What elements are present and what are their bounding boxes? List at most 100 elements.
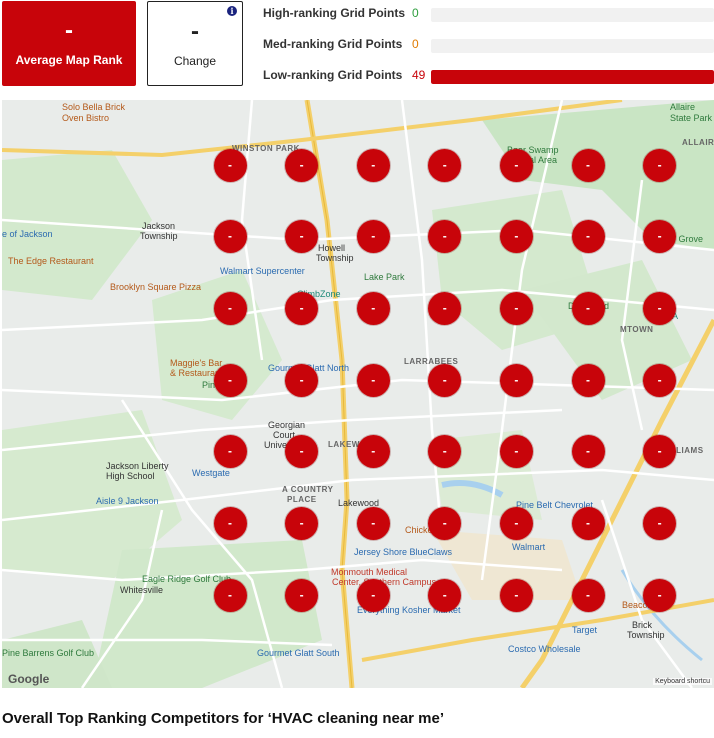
map-label: Township [316,253,354,263]
grid-point-pin[interactable]: - [213,291,247,325]
grid-point-pin[interactable]: - [571,148,605,182]
grid-point-pin[interactable]: - [428,363,462,397]
map-label: Westgate [192,468,230,478]
map-label: Brick [632,620,652,630]
grid-point-pin[interactable]: - [499,507,533,540]
map-label: Howell [318,243,346,253]
grid-point-pin[interactable]: - [356,507,390,540]
grid-point-pin[interactable]: - [571,507,605,540]
keyboard-shortcuts-link[interactable]: Keyboard shortcu [653,678,712,685]
park-area [92,540,322,688]
grid-point-pin[interactable]: - [499,148,533,182]
stat-count: 49 [412,68,426,82]
map-label: Oven Bistro [62,113,110,123]
grid-point-pin[interactable]: - [428,578,462,612]
grid-point-pin[interactable]: - [356,291,390,325]
grid-point-pin[interactable]: - [356,435,390,469]
map-label: Jackson [142,221,176,231]
grid-point-pin[interactable]: - [213,363,247,397]
summary-bar: - Average Map Rank i - Change High-ranki… [0,0,714,92]
grid-point-pin[interactable]: - [571,291,605,325]
map-label: Jackson Liberty [106,461,169,471]
stat-count: 0 [412,37,419,51]
map-label: Target [572,625,598,635]
map-label: Maggie's Bar [170,358,223,368]
map-label: WINSTON PARK [232,144,300,153]
grid-point-pin[interactable]: - [499,220,533,254]
map-label: State Park [670,113,713,123]
grid-point-pin[interactable]: - [213,578,247,612]
grid-point-pin[interactable]: - [213,220,247,254]
map-label: MTOWN [620,325,654,334]
rank-grid-map[interactable]: Solo Bella Brick Oven Bistro WINSTON PARK B… [2,100,714,688]
map-label: High School [106,471,155,481]
change-value: - [191,18,199,45]
change-label: Change [173,54,217,68]
map-label: Township [627,630,665,640]
stat-med-ranking: Med-ranking Grid Points 0 [263,35,714,55]
grid-point-pin[interactable]: - [356,148,390,182]
map-label: Allaire [670,102,696,112]
grid-point-pin[interactable]: - [213,435,247,469]
google-logo: Google [8,672,50,686]
average-map-rank-card: - Average Map Rank [2,1,136,86]
grid-point-pin[interactable]: - [499,578,533,612]
map-label: Gourmet Glatt South [257,648,340,658]
map-label: Pine Barrens Golf Club [2,648,95,658]
map-label: Aisle 9 Jackson [96,496,159,506]
grid-point-pin[interactable]: - [285,291,319,325]
grid-point-pin[interactable]: - [643,291,677,325]
stat-label: Low-ranking Grid Points [263,68,403,82]
grid-point-pin[interactable]: - [285,578,319,612]
grid-point-pin[interactable]: - [213,507,247,540]
map-label: PLACE [287,495,317,504]
stat-label: High-ranking Grid Points [263,6,406,20]
grid-point-pin[interactable]: - [356,220,390,254]
grid-point-pin[interactable]: - [499,291,533,325]
map-label: Walmart [512,542,546,552]
grid-point-pin[interactable]: - [428,291,462,325]
grid-point-pin[interactable]: - [285,507,319,540]
grid-point-pin[interactable]: - [571,363,605,397]
map-label: Walmart Supercenter [220,266,305,276]
map-label: Georgian [268,420,306,430]
map-label: Eagle Ridge Golf Club [142,574,232,584]
stat-bar-fill [431,70,714,84]
grid-point-pin[interactable]: - [285,148,319,182]
grid-point-pin[interactable]: - [571,578,605,612]
grid-point-pin[interactable]: - [571,435,605,469]
stat-high-ranking: High-ranking Grid Points 0 [263,4,714,24]
grid-point-pin[interactable]: - [499,435,533,469]
map-label: Costco Wholesale [508,644,581,654]
map-label: Brooklyn Square Pizza [110,282,202,292]
stat-count: 0 [412,6,419,20]
map-label: A COUNTRY [282,485,334,494]
change-card: i - Change [147,1,243,86]
grid-point-pin[interactable]: - [499,363,533,397]
grid-point-pin[interactable]: - [356,578,390,612]
grid-point-pin[interactable]: - [643,578,677,612]
stat-label: Med-ranking Grid Points [263,37,403,51]
grid-point-pin[interactable]: - [571,220,605,254]
grid-point-pin[interactable]: - [643,507,677,540]
info-icon[interactable]: i [227,6,237,16]
map-label: Township [140,231,178,241]
map-label: Monmouth Medical [331,567,408,577]
map-label: ALLAIRE [682,138,714,147]
grid-point-pin[interactable]: - [285,363,319,397]
map-label: e of Jackson [2,229,53,239]
map-label: Solo Bella Brick [62,102,126,112]
map-label: Jersey Shore BlueClaws [354,547,453,557]
grid-point-pin[interactable]: - [356,363,390,397]
map-label: Lake Park [364,272,405,282]
grid-point-pin[interactable]: - [643,148,677,182]
stat-bar-track [431,70,714,84]
map-label: Whitesville [120,585,164,595]
stat-bar-track [431,39,714,53]
stat-bar-track [431,8,714,22]
grid-point-pin[interactable]: - [428,148,462,182]
grid-point-pin[interactable]: - [643,363,677,397]
grid-point-pin[interactable]: - [213,148,247,182]
map-label: The Edge Restaurant [8,256,94,266]
section-heading: Overall Top Ranking Competitors for ‘HVA… [2,710,445,727]
